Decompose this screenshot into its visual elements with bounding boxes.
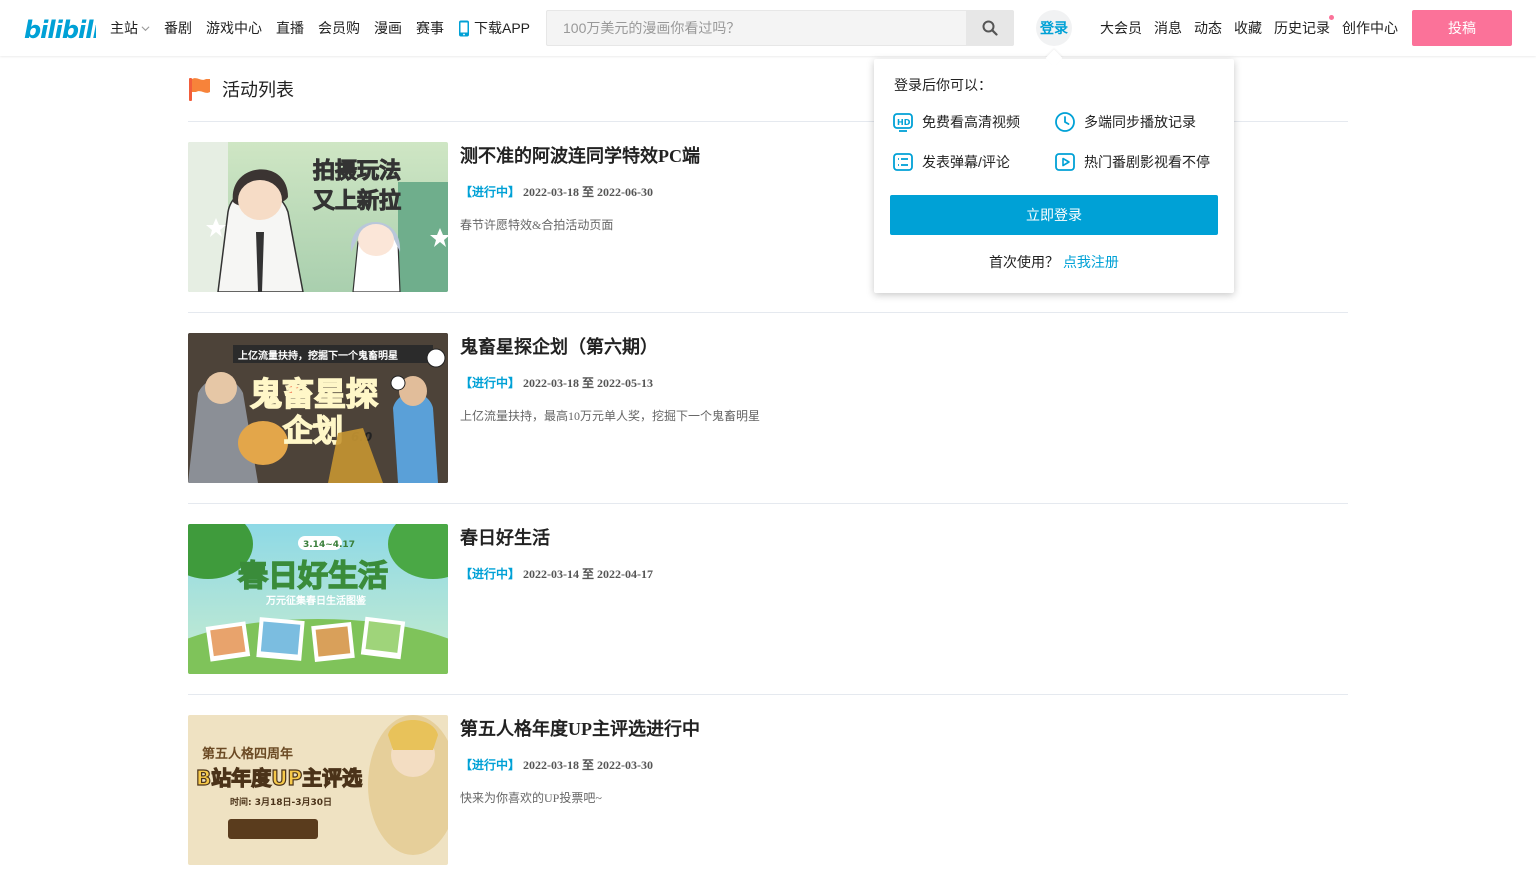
- register-prompt: 首次使用？: [989, 254, 1060, 270]
- nav-download-app[interactable]: 下载APP: [458, 18, 530, 38]
- thumb-text: 拍摄玩法: [313, 158, 401, 184]
- perk-label: 多端同步播放记录: [1084, 114, 1196, 130]
- end-date: 2022-04-17: [597, 567, 654, 581]
- activity-thumbnail[interactable]: 拍摄玩法 又上新拉: [188, 142, 448, 292]
- activity-meta: 【进行中】 2022-03-14 至 2022-04-17: [460, 565, 653, 582]
- end-date: 2022-05-13: [597, 376, 654, 390]
- nav-download-app-label: 下载APP: [474, 20, 531, 36]
- nav-messages[interactable]: 消息: [1154, 18, 1182, 38]
- start-date: 2022-03-18: [523, 185, 580, 199]
- search-icon: [982, 20, 998, 36]
- status-badge: 【进行中】: [460, 758, 521, 772]
- play-icon: [1055, 153, 1075, 171]
- search-box: [546, 10, 1014, 46]
- register-link[interactable]: 点我注册: [1063, 254, 1119, 270]
- login-popup: 登录后你可以： HD 免费看高清视频 多端同步播放记录 发表弹幕/评论 热门番剧…: [874, 59, 1234, 293]
- end-date: 2022-03-30: [597, 758, 654, 772]
- activity-meta: 【进行中】 2022-03-18 至 2022-06-30: [460, 183, 653, 200]
- activity-item: 3.14~4.17 春日好生活 万元征集春日生活图鉴 春日好生活 【进行中】 2…: [188, 504, 1348, 695]
- range-separator: 至: [582, 758, 595, 772]
- upload-button[interactable]: 投稿: [1412, 10, 1512, 46]
- nav-live[interactable]: 直播: [276, 18, 304, 38]
- perk-label: 热门番剧影视看不停: [1084, 154, 1210, 170]
- svg-text:bilibili: bilibili: [24, 16, 96, 44]
- notification-dot: [1329, 15, 1334, 20]
- range-separator: 至: [582, 567, 595, 581]
- activity-item: 上亿流量扶持，挖掘下一个鬼畜明星 鬼畜星探 企划 6.0 鬼畜星探企划（第六期）…: [188, 313, 1348, 504]
- thumb-text: 上亿流量扶持，挖掘下一个鬼畜明星: [238, 349, 398, 362]
- hd-icon: HD: [893, 113, 913, 132]
- popup-title: 登录后你可以：: [894, 77, 992, 93]
- start-date: 2022-03-14: [523, 567, 580, 581]
- search-button[interactable]: [966, 11, 1013, 45]
- perk-item: HD 免费看高清视频: [892, 111, 1020, 133]
- perk-item: 热门番剧影视看不停: [1054, 151, 1210, 173]
- perk-item: 发表弹幕/评论: [892, 151, 1010, 173]
- start-date: 2022-03-18: [523, 376, 580, 390]
- primary-nav: 主站 番剧 游戏中心 直播 会员购 漫画 赛事 下载APP: [110, 0, 544, 56]
- thumb-text: 又上新拉: [313, 188, 401, 214]
- thumb-text: 第五人格四周年: [202, 746, 293, 762]
- nav-anime[interactable]: 番剧: [164, 18, 192, 38]
- activity-title[interactable]: 测不准的阿波连同学特效PC端: [460, 142, 700, 168]
- range-separator: 至: [582, 185, 595, 199]
- range-separator: 至: [582, 376, 595, 390]
- nav-manga[interactable]: 漫画: [374, 18, 402, 38]
- status-badge: 【进行中】: [460, 185, 521, 199]
- login-avatar-button[interactable]: 登录: [1036, 10, 1072, 46]
- top-header: bilibili 主站 番剧 游戏中心 直播 会员购 漫画 赛事 下载APP 登…: [0, 0, 1536, 56]
- nav-favorites[interactable]: 收藏: [1234, 18, 1262, 38]
- activity-title[interactable]: 春日好生活: [460, 524, 550, 550]
- activity-thumbnail[interactable]: 上亿流量扶持，挖掘下一个鬼畜明星 鬼畜星探 企划 6.0: [188, 333, 448, 483]
- thumb-text: 春日好生活: [238, 559, 388, 594]
- thumb-text: 3.14~4.17: [303, 540, 355, 550]
- thumb-text: 企划: [283, 414, 343, 449]
- activity-title[interactable]: 鬼畜星探企划（第六期）: [460, 333, 658, 359]
- nav-history-label: 历史记录: [1274, 20, 1330, 36]
- nav-esports[interactable]: 赛事: [416, 18, 444, 38]
- activity-thumbnail[interactable]: 3.14~4.17 春日好生活 万元征集春日生活图鉴: [188, 524, 448, 674]
- chevron-down-icon: [141, 25, 150, 31]
- page-title-row: 活动列表: [188, 74, 294, 104]
- activity-description: 春节许愿特效&合拍活动页面: [460, 218, 614, 232]
- activity-title[interactable]: 第五人格年度UP主评选进行中: [460, 715, 700, 741]
- activity-item: 第五人格四周年 B站年度UP主评选 时间: 3月18日-3月30日 第五人格年度…: [188, 695, 1348, 886]
- list-icon: [893, 153, 913, 171]
- search-input[interactable]: [547, 11, 967, 45]
- perk-label: 免费看高清视频: [922, 114, 1020, 130]
- bilibili-logo[interactable]: bilibili: [24, 12, 96, 44]
- activity-meta: 【进行中】 2022-03-18 至 2022-05-13: [460, 374, 653, 391]
- login-now-button[interactable]: 立即登录: [890, 195, 1218, 235]
- start-date: 2022-03-18: [523, 758, 580, 772]
- status-badge: 【进行中】: [460, 376, 521, 390]
- activity-meta: 【进行中】 2022-03-18 至 2022-03-30: [460, 756, 653, 773]
- nav-main-site[interactable]: 主站: [110, 18, 150, 38]
- clock-icon: [1055, 112, 1075, 132]
- nav-dynamics[interactable]: 动态: [1194, 18, 1222, 38]
- thumb-text: 时间: 3月18日-3月30日: [230, 796, 332, 808]
- flag-icon: [189, 78, 210, 101]
- activity-thumbnail[interactable]: 第五人格四周年 B站年度UP主评选 时间: 3月18日-3月30日: [188, 715, 448, 865]
- nav-creator-center[interactable]: 创作中心: [1342, 18, 1398, 38]
- perk-label: 发表弹幕/评论: [922, 154, 1010, 170]
- activity-description: 上亿流量扶持，最高10万元单人奖，挖掘下一个鬼畜明星: [460, 409, 761, 423]
- perk-item: 多端同步播放记录: [1054, 111, 1196, 133]
- phone-icon: [459, 20, 469, 36]
- nav-history[interactable]: 历史记录: [1274, 15, 1334, 38]
- secondary-nav: 大会员 消息 动态 收藏 历史记录 创作中心: [1100, 0, 1410, 56]
- activity-description: 快来为你喜欢的UP投票吧~: [460, 791, 602, 805]
- nav-main-site-label: 主站: [110, 20, 138, 36]
- nav-vip[interactable]: 大会员: [1100, 18, 1142, 38]
- nav-game-center[interactable]: 游戏中心: [206, 18, 262, 38]
- register-row: 首次使用？ 点我注册: [874, 252, 1234, 272]
- svg-text:HD: HD: [897, 118, 911, 127]
- thumb-text: B站年度UP主评选: [196, 766, 362, 790]
- status-badge: 【进行中】: [460, 567, 521, 581]
- page-title: 活动列表: [222, 80, 294, 100]
- thumb-text: 万元征集春日生活图鉴: [265, 594, 367, 607]
- nav-shop[interactable]: 会员购: [318, 18, 360, 38]
- end-date: 2022-06-30: [597, 185, 654, 199]
- thumb-text: 鬼畜星探: [250, 375, 378, 413]
